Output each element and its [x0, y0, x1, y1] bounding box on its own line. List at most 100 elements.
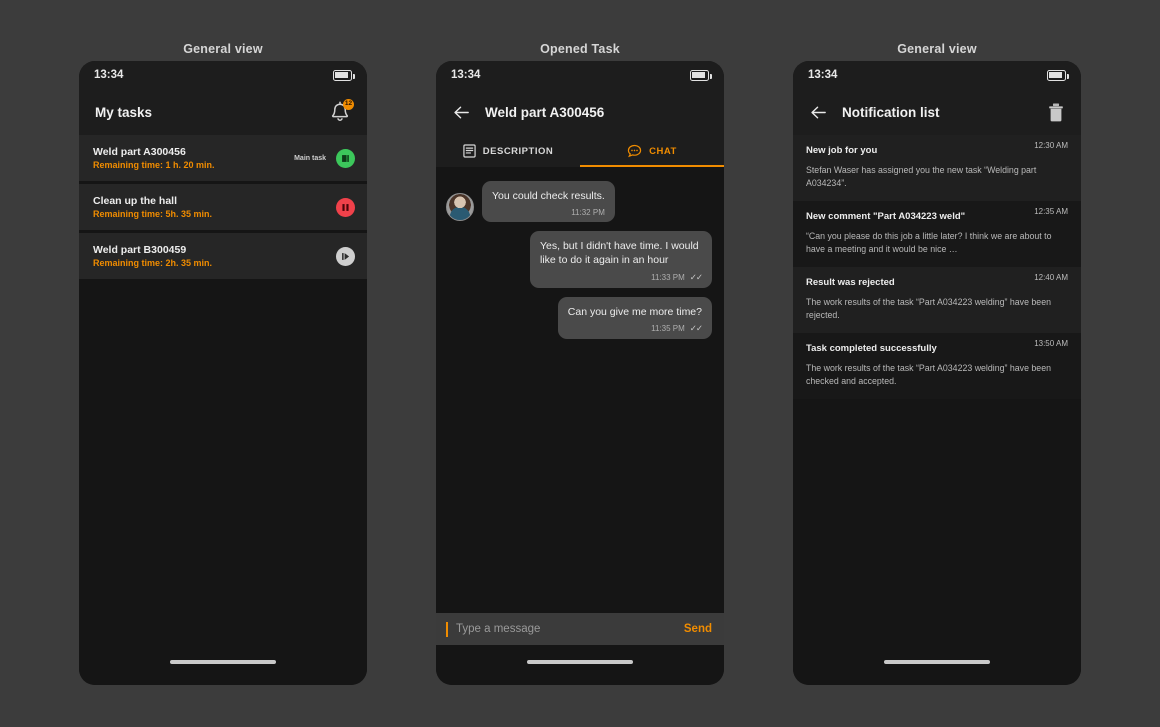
chat-message-time: 11:35 PM — [651, 324, 685, 333]
chat-message-meta: 11:33 PM ✓✓ — [540, 271, 703, 283]
notification-time: 13:50 AM — [1034, 339, 1068, 348]
home-indicator-bar — [436, 645, 724, 685]
page-title: Notification list — [842, 104, 940, 120]
canvas: General view 13:34 My tasks 12 Weld part… — [0, 0, 1160, 727]
back-arrow-icon[interactable] — [452, 103, 471, 122]
message-composer[interactable]: Type a message Send — [436, 613, 724, 645]
notification-text: The work results of the task “Part A0342… — [806, 297, 1051, 320]
task-list: Weld part A300456 Remaining time: 1 h. 2… — [79, 135, 367, 645]
chat-message-text: You could check results. — [492, 190, 605, 202]
notification-header: Task completed successfully 13:50 AM — [806, 339, 1068, 355]
task-texts: Weld part A300456 Remaining time: 1 h. 2… — [93, 145, 294, 172]
back-arrow-icon[interactable] — [809, 103, 828, 122]
double-check-icon: ✓✓ — [689, 323, 703, 333]
tab-description[interactable]: DESCRIPTION — [436, 135, 580, 167]
send-button[interactable]: Send — [684, 623, 712, 635]
page-title: My tasks — [95, 104, 153, 120]
chat-message-meta: 11:35 PM ✓✓ — [568, 323, 703, 334]
stop-icon[interactable] — [336, 148, 355, 168]
status-bar-time: 13:34 — [94, 69, 124, 81]
chat-message-text: Yes, but I didn't have time. I would lik… — [540, 239, 699, 267]
notification-time: 12:40 AM — [1034, 273, 1068, 282]
text-caret — [446, 621, 448, 637]
notification-header: Result was rejected 12:40 AM — [806, 273, 1068, 289]
chat-message-meta: 11:32 PM — [492, 208, 605, 217]
phone-frame-notifications: 13:34 Notification list New job for you … — [793, 61, 1081, 685]
tab-description-label: DESCRIPTION — [482, 145, 554, 157]
list-item[interactable]: New job for you 12:30 AM Stefan Waser ha… — [793, 135, 1081, 201]
trash-glyph — [1049, 103, 1063, 121]
task-remaining-time: Remaining time: 5h. 35 min. — [93, 208, 213, 219]
notification-title: New job for you — [806, 145, 878, 156]
chat-message-time: 11:32 PM — [571, 207, 605, 217]
notification-header: New comment "Part A034223 weld" 12:35 AM — [806, 207, 1068, 223]
bell-icon[interactable]: 12 — [329, 99, 354, 124]
tab-bar: DESCRIPTION CHAT — [436, 135, 724, 167]
task-texts: Weld part B300459 Remaining time: 2h. 35… — [93, 243, 326, 270]
home-indicator[interactable] — [527, 660, 633, 664]
tab-chat[interactable]: CHAT — [580, 135, 724, 167]
notification-list: New job for you 12:30 AM Stefan Waser ha… — [793, 135, 1081, 645]
notification-title: Result was rejected — [806, 277, 895, 288]
task-remaining-time: Remaining time: 2h. 35 min. — [93, 257, 213, 268]
chat-bubble-incoming[interactable]: You could check results. 11:32 PM — [482, 181, 615, 222]
notification-header: New job for you 12:30 AM — [806, 141, 1068, 157]
task-texts: Clean up the hall Remaining time: 5h. 35… — [93, 194, 326, 221]
phone-frame-tasks: 13:34 My tasks 12 Weld part A300456 Rema… — [79, 61, 367, 685]
panel-caption: General view — [183, 42, 263, 56]
notification-time: 12:30 AM — [1034, 141, 1068, 150]
status-badge: Main task — [294, 154, 326, 162]
back-arrow-glyph — [454, 106, 469, 118]
table-row[interactable]: Weld part A300456 Remaining time: 1 h. 2… — [79, 135, 367, 181]
panel-caption: Opened Task — [540, 42, 620, 56]
notification-title: New comment "Part A034223 weld" — [806, 211, 966, 222]
app-bar-my-tasks: My tasks 12 — [79, 89, 367, 135]
list-item: Can you give me more time? 11:35 PM ✓✓ — [446, 296, 712, 339]
panel-caption: General view — [897, 42, 977, 56]
avatar — [446, 193, 474, 221]
home-indicator[interactable] — [170, 660, 276, 664]
pause-glyph — [342, 203, 349, 211]
battery-icon — [1047, 69, 1069, 81]
status-bar: 13:34 — [79, 61, 367, 89]
notification-time: 12:35 AM — [1034, 207, 1068, 216]
list-item[interactable]: Task completed successfully 13:50 AM The… — [793, 333, 1081, 399]
home-indicator-bar — [79, 645, 367, 685]
pause-icon[interactable] — [336, 197, 355, 217]
notification-text: “Can you please do this job a little lat… — [806, 231, 1052, 254]
chat-bubble-icon — [627, 144, 642, 158]
home-indicator[interactable] — [884, 660, 990, 664]
back-arrow-glyph — [811, 106, 826, 118]
list-item[interactable]: Result was rejected 12:40 AM The work re… — [793, 267, 1081, 333]
chat-message-time: 11:33 PM — [651, 272, 685, 282]
notification-title: Task completed successfully — [806, 343, 937, 354]
list-item[interactable]: New comment "Part A034223 weld" 12:35 AM… — [793, 201, 1081, 267]
status-bar: 13:34 — [793, 61, 1081, 89]
table-row[interactable]: Weld part B300459 Remaining time: 2h. 35… — [79, 233, 367, 279]
play-icon[interactable] — [336, 246, 355, 266]
app-bar-task: Weld part A300456 — [436, 89, 724, 135]
play-glyph — [342, 252, 350, 260]
panel-general-view-tasks: General view 13:34 My tasks 12 Weld part… — [79, 40, 367, 685]
list-item: You could check results. 11:32 PM — [446, 181, 712, 222]
battery-icon — [690, 69, 712, 81]
status-bar: 13:34 — [436, 61, 724, 89]
chat-bubble-outgoing[interactable]: Can you give me more time? 11:35 PM ✓✓ — [557, 296, 712, 339]
table-row[interactable]: Clean up the hall Remaining time: 5h. 35… — [79, 184, 367, 230]
trash-icon[interactable] — [1047, 102, 1065, 123]
panel-general-view-notifications: General view 13:34 Notification list New… — [793, 40, 1081, 685]
phone-frame-task: 13:34 Weld part A300456 DESCRIPTION CHAT… — [436, 61, 724, 685]
chat-bubble-outgoing[interactable]: Yes, but I didn't have time. I would lik… — [530, 230, 712, 288]
tab-chat-label: CHAT — [649, 145, 677, 157]
battery-icon — [333, 69, 355, 81]
notification-badge-count: 12 — [343, 99, 354, 110]
page-title: Weld part A300456 — [485, 104, 605, 120]
message-input[interactable]: Type a message — [456, 623, 676, 635]
panel-opened-task: Opened Task 13:34 Weld part A300456 DESC… — [436, 40, 724, 685]
status-bar-time: 13:34 — [451, 69, 481, 81]
stop-glyph — [342, 154, 349, 162]
chat-message-list: You could check results. 11:32 PM Yes, b… — [436, 167, 724, 613]
task-title: Weld part B300459 — [93, 243, 187, 256]
double-check-icon: ✓✓ — [689, 271, 703, 282]
app-bar-notifications: Notification list — [793, 89, 1081, 135]
